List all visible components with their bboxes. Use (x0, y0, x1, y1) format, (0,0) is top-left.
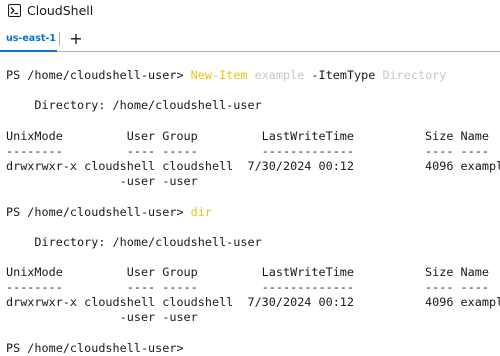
tab-bar: us-east-1 + (0, 27, 500, 52)
terminal-prompt-icon (8, 4, 21, 17)
final-prompt: PS /home/cloudshell-user> (6, 341, 191, 355)
table-header: UnixMode User Group LastWriteTime Size N… (6, 265, 489, 279)
table-separator: -------- ---- ----- ------------- ---- -… (6, 280, 489, 294)
tab-us-east-1[interactable]: us-east-1 (0, 27, 57, 52)
app-title: CloudShell (27, 3, 94, 18)
title-bar: CloudShell (0, 0, 500, 26)
terminal-output[interactable]: PS /home/cloudshell-user> New-Item examp… (0, 52, 500, 356)
tab-divider (59, 32, 60, 46)
prompt-line: PS /home/cloudshell-user> dir (6, 204, 212, 220)
prompt-text: PS /home/cloudshell-user> (6, 205, 191, 219)
directory-line: Directory: /home/cloudshell-user (6, 98, 262, 112)
command-name: dir (190, 205, 212, 219)
table-row: drwxrwxr-x cloudshell cloudshell 7/30/20… (6, 159, 500, 173)
directory-line: Directory: /home/cloudshell-user (6, 235, 262, 249)
table-row-continuation: -user -user (6, 174, 198, 188)
prompt-text: PS /home/cloudshell-user> (6, 68, 191, 82)
add-tab-button[interactable]: + (66, 28, 86, 50)
table-row: drwxrwxr-x cloudshell cloudshell 7/30/20… (6, 295, 500, 309)
command-argument: example (247, 68, 305, 82)
command-argument: Directory (375, 68, 447, 82)
table-header: UnixMode User Group LastWriteTime Size N… (6, 129, 489, 143)
tab-label: us-east-1 (6, 33, 56, 44)
command-parameter: -ItemType (304, 68, 376, 82)
table-separator: -------- ---- ----- ------------- ---- -… (6, 144, 489, 158)
table-row-continuation: -user -user (6, 310, 198, 324)
command-name: New-Item (190, 68, 248, 82)
prompt-line: PS /home/cloudshell-user> New-Item examp… (6, 67, 446, 83)
